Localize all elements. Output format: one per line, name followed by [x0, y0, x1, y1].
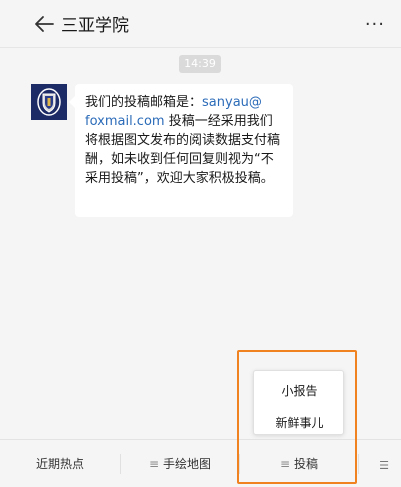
highlight-box: [237, 350, 357, 484]
message-bubble: 我们的投稿邮箱是：sanyau@ foxmail.com 投稿一经采用我们将根据图…: [69, 84, 293, 217]
keyboard-toggle-icon[interactable]: ☰: [379, 459, 389, 472]
menu-item-hand-drawn-map[interactable]: ≡ 手绘地图: [121, 440, 239, 487]
message-text: 我们的投稿邮箱是：: [85, 95, 203, 110]
menu-item-label: 手绘地图: [163, 457, 212, 471]
menu-divider: [358, 454, 359, 474]
ellipsis-icon[interactable]: ···: [365, 14, 385, 35]
avatar[interactable]: [31, 84, 67, 120]
chat-title: 三亚学院: [61, 16, 129, 36]
menu-lines-icon: ≡: [148, 457, 160, 471]
menu-item-hot-topics[interactable]: 近期热点: [0, 440, 120, 487]
menu-item-label: 近期热点: [35, 457, 84, 471]
arrow-left-icon[interactable]: [34, 14, 54, 34]
university-crest-icon: [31, 84, 67, 120]
message-timestamp: 14:39: [179, 55, 221, 73]
chat-header: 三亚学院 ···: [0, 0, 401, 48]
